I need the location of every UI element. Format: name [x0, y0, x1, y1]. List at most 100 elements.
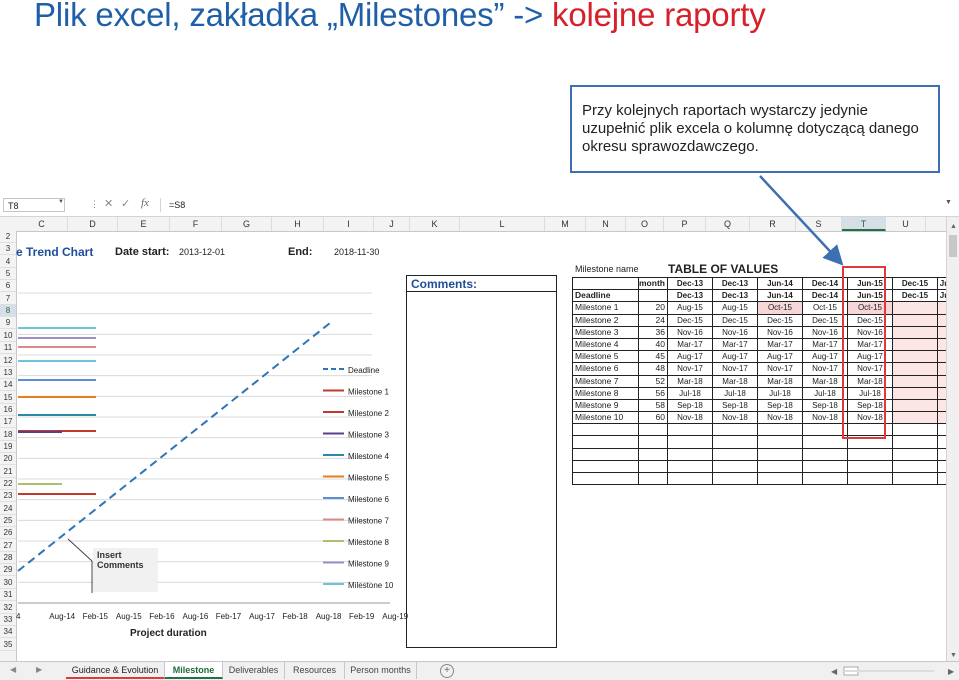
column-header-e[interactable]: E	[118, 217, 170, 231]
table-cell[interactable]: Dec-15	[891, 276, 938, 291]
table-cell[interactable]: Mar-17	[801, 337, 848, 352]
table-cell[interactable]	[572, 423, 639, 437]
enter-icon[interactable]: ✓	[121, 197, 130, 210]
table-cell[interactable]: Jul-18	[666, 386, 713, 400]
column-header-i[interactable]: I	[324, 217, 374, 231]
table-cell[interactable]: Sep-18	[711, 398, 758, 413]
table-cell[interactable]: Aug-17	[711, 350, 758, 364]
table-cell[interactable]: Mar-17	[756, 337, 803, 352]
table-cell[interactable]: Nov-18	[711, 411, 758, 425]
table-cell[interactable]: Dec-14	[801, 276, 848, 291]
column-header-r[interactable]: R	[750, 217, 796, 231]
table-cell[interactable]	[846, 459, 893, 474]
table-cell[interactable]	[756, 435, 803, 449]
table-cell[interactable]	[891, 423, 938, 437]
table-cell[interactable]: Milestone 5	[572, 350, 639, 364]
table-cell[interactable]: Mar-17	[711, 337, 758, 352]
name-box[interactable]: T8	[3, 198, 65, 212]
table-cell[interactable]: Sep-18	[756, 398, 803, 413]
column-header-l[interactable]: L	[460, 217, 545, 231]
table-cell[interactable]	[638, 471, 668, 486]
table-cell[interactable]: Nov-17	[756, 362, 803, 376]
table-cell[interactable]: Jul-18	[756, 386, 803, 400]
table-cell[interactable]: Aug-15	[666, 301, 713, 315]
table-cell[interactable]	[891, 337, 938, 352]
table-cell[interactable]: Oct-15	[801, 301, 848, 315]
column-header-j[interactable]: J	[374, 217, 410, 231]
table-cell[interactable]: Jun-14	[756, 289, 803, 303]
table-cell[interactable]: 48	[638, 362, 668, 376]
table-cell[interactable]	[711, 471, 758, 486]
table-cell[interactable]	[891, 471, 938, 486]
date-start-value[interactable]: 2013-12-01	[179, 247, 225, 257]
table-cell[interactable]	[666, 447, 713, 461]
tab-person-months[interactable]: Person months	[345, 662, 417, 679]
tab-scroll-right-icon[interactable]: ▶	[36, 665, 42, 674]
table-cell[interactable]: Sep-18	[666, 398, 713, 413]
table-cell[interactable]	[846, 471, 893, 486]
table-cell[interactable]: Dec-13	[666, 289, 713, 303]
table-cell[interactable]: Nov-16	[666, 325, 713, 339]
table-cell[interactable]: 36	[638, 325, 668, 339]
scroll-down-icon[interactable]: ▼	[947, 652, 959, 659]
table-cell[interactable]: Nov-17	[711, 362, 758, 376]
table-cell[interactable]: Milestone 6	[572, 362, 639, 376]
table-cell[interactable]	[638, 447, 668, 461]
table-cell[interactable]: Mar-18	[666, 374, 713, 388]
table-cell[interactable]	[711, 423, 758, 437]
table-cell[interactable]: Mar-18	[801, 374, 848, 388]
table-cell[interactable]	[891, 459, 938, 474]
table-cell[interactable]	[756, 423, 803, 437]
table-cell[interactable]: Dec-15	[666, 313, 713, 327]
date-end-value[interactable]: 2018-11-30	[334, 247, 379, 257]
table-cell[interactable]	[801, 423, 848, 437]
table-cell[interactable]	[711, 447, 758, 461]
table-cell[interactable]	[891, 313, 938, 327]
table-cell[interactable]: Nov-18	[756, 411, 803, 425]
column-header-d[interactable]: D	[68, 217, 118, 231]
table-cell[interactable]	[801, 459, 848, 474]
table-cell[interactable]	[666, 435, 713, 449]
table-cell[interactable]: Milestone 9	[572, 398, 639, 413]
table-cell[interactable]	[666, 471, 713, 486]
horizontal-scrollbar[interactable]: ◀ ▶	[830, 665, 959, 677]
hscroll-right-icon[interactable]: ▶	[948, 667, 955, 676]
insert-function-icon[interactable]: fx	[141, 197, 149, 209]
comments-box[interactable]: Comments:	[406, 275, 557, 648]
table-cell[interactable]	[801, 435, 848, 449]
table-cell[interactable]	[801, 447, 848, 461]
table-cell[interactable]: Dec-15	[756, 313, 803, 327]
table-cell[interactable]	[756, 447, 803, 461]
table-cell[interactable]	[891, 447, 938, 461]
table-cell[interactable]	[572, 435, 639, 449]
table-cell[interactable]: Milestone 4	[572, 337, 639, 352]
table-cell[interactable]: Dec-15	[801, 313, 848, 327]
column-header-o[interactable]: O	[626, 217, 664, 231]
table-cell[interactable]	[891, 398, 938, 413]
table-cell[interactable]: Nov-18	[666, 411, 713, 425]
table-cell[interactable]	[891, 386, 938, 400]
tab-scroll-left-icon[interactable]: ◀	[10, 665, 16, 674]
table-cell[interactable]: 40	[638, 337, 668, 352]
table-cell[interactable]	[666, 459, 713, 474]
table-cell[interactable]: 20	[638, 301, 668, 315]
table-cell[interactable]: Nov-16	[801, 325, 848, 339]
table-cell[interactable]	[638, 289, 668, 303]
column-header-s[interactable]: S	[796, 217, 842, 231]
table-cell[interactable]	[638, 435, 668, 449]
table-cell[interactable]	[638, 423, 668, 437]
column-header-k[interactable]: K	[410, 217, 460, 231]
table-cell[interactable]: Dec-13	[666, 276, 713, 291]
table-cell[interactable]	[572, 459, 639, 474]
vertical-scrollbar[interactable]: ▲ ▼	[946, 217, 959, 661]
name-box-dropdown-icon[interactable]: ▼	[58, 199, 64, 205]
table-cell[interactable]	[572, 471, 639, 486]
formula-input[interactable]: =S8	[160, 198, 952, 212]
table-cell[interactable]: Nov-17	[801, 362, 848, 376]
table-cell[interactable]: Milestone 2	[572, 313, 639, 327]
add-sheet-icon[interactable]: +	[440, 664, 454, 678]
table-cell[interactable]: Milestone 7	[572, 374, 639, 388]
table-cell[interactable]	[891, 362, 938, 376]
formula-expand-icon[interactable]: ▼	[945, 199, 952, 206]
column-header-p[interactable]: P	[664, 217, 706, 231]
